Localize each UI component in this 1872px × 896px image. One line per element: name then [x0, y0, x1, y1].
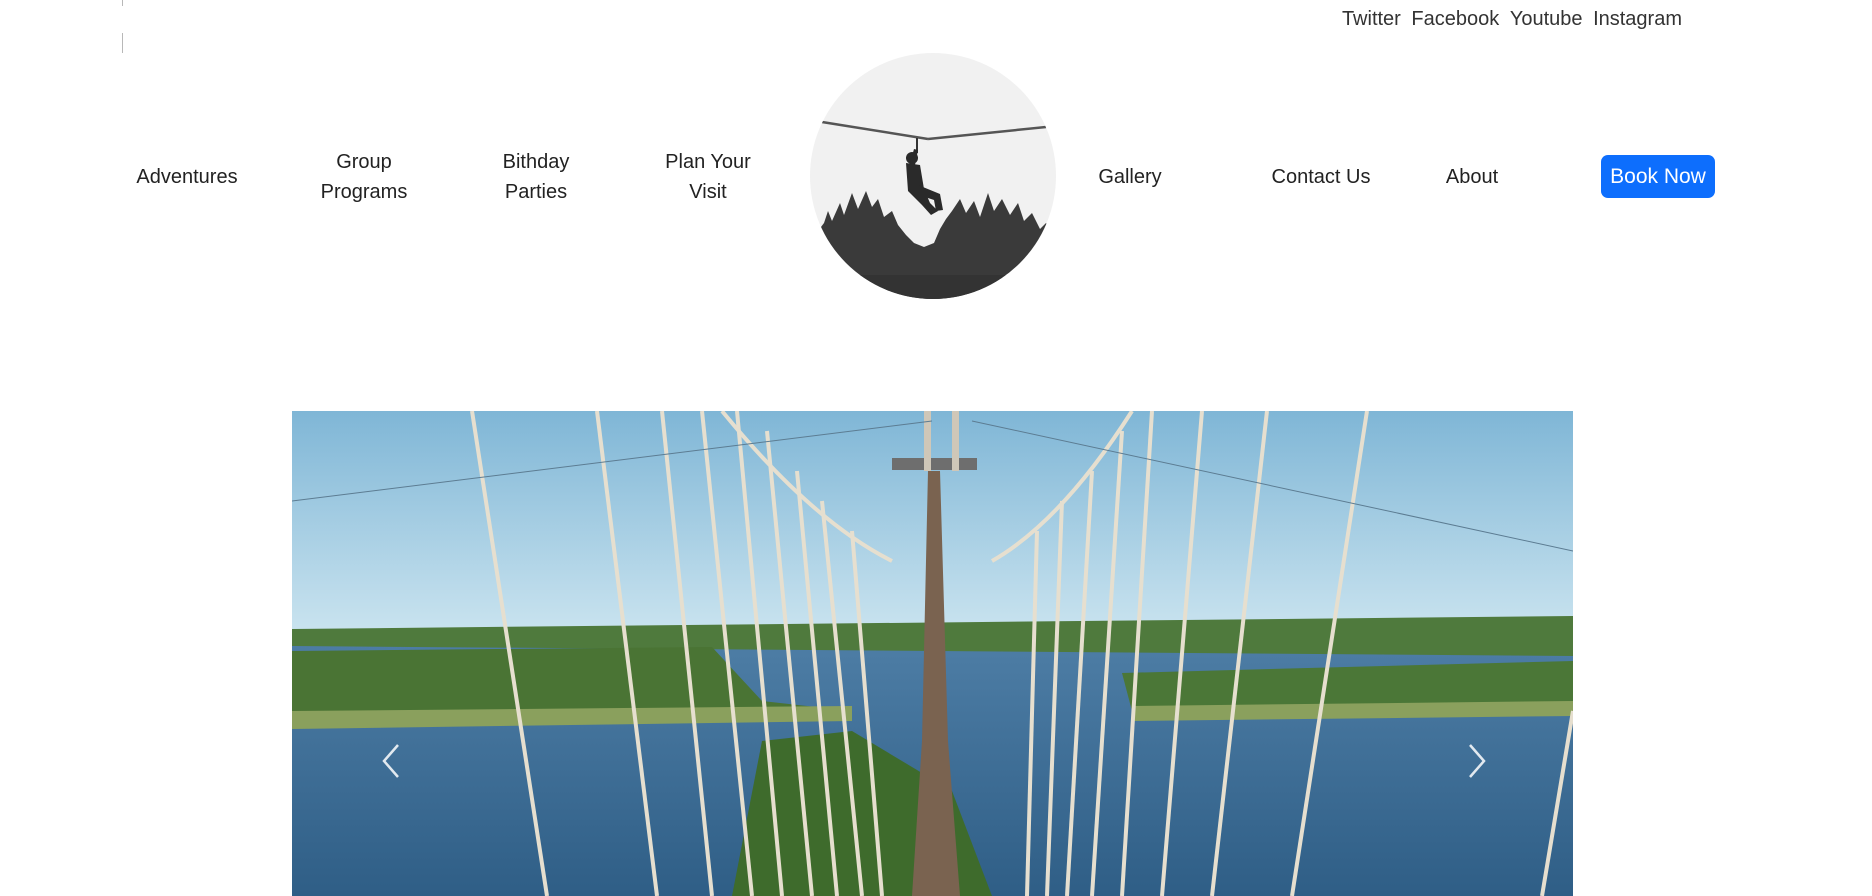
social-link-instagram[interactable]: Instagram: [1593, 8, 1682, 30]
divider-line: [122, 33, 123, 53]
carousel-next-button[interactable]: [1456, 731, 1496, 791]
nav-label: Adventures: [136, 166, 238, 188]
social-link-twitter[interactable]: Twitter: [1342, 8, 1401, 30]
social-links: Twitter Facebook Youtube Instagram: [1337, 8, 1682, 31]
nav-contact-us[interactable]: Contact Us: [1264, 162, 1378, 192]
bridge-platform: [892, 458, 977, 470]
social-link-youtube[interactable]: Youtube: [1510, 8, 1583, 30]
zipline-logo-art: [810, 120, 1056, 299]
nav-birthday-parties[interactable]: Bithday Parties: [476, 147, 596, 207]
nav-plan-your-visit[interactable]: Plan Your Visit: [648, 147, 768, 207]
nav-about[interactable]: About: [1432, 162, 1512, 192]
nav-label: Bithday: [502, 151, 570, 173]
bridge-post: [952, 411, 959, 471]
nav-label: Gallery: [1098, 166, 1162, 188]
nav-label: Contact Us: [1271, 166, 1371, 188]
nav-label: About: [1445, 166, 1499, 188]
divider-line: [122, 0, 123, 6]
nav-label: Group: [336, 151, 392, 173]
nav-label: Parties: [504, 181, 568, 203]
nav-adventures[interactable]: Adventures: [122, 162, 252, 192]
ground: [810, 275, 1056, 299]
nav-label: Visit: [689, 181, 727, 203]
chevron-right-icon: [1469, 744, 1486, 778]
zipline-logo[interactable]: [810, 53, 1056, 299]
nav-label: Programs: [320, 181, 408, 203]
nav-gallery[interactable]: Gallery: [1080, 162, 1180, 192]
hero-image: [292, 411, 1573, 896]
zipline-cable: [927, 125, 1047, 141]
chevron-left-icon: [382, 744, 399, 778]
nav-label: Plan Your: [665, 151, 751, 173]
book-now-button[interactable]: Book Now: [1601, 155, 1715, 198]
rider-silhouette: [906, 149, 943, 215]
zipline-cable: [821, 120, 929, 141]
carousel-prev-button[interactable]: [372, 731, 412, 791]
social-link-facebook[interactable]: Facebook: [1411, 8, 1499, 30]
bridge-post: [924, 411, 931, 471]
nav-group-programs[interactable]: Group Programs: [304, 147, 424, 207]
hero-carousel: [292, 411, 1573, 896]
